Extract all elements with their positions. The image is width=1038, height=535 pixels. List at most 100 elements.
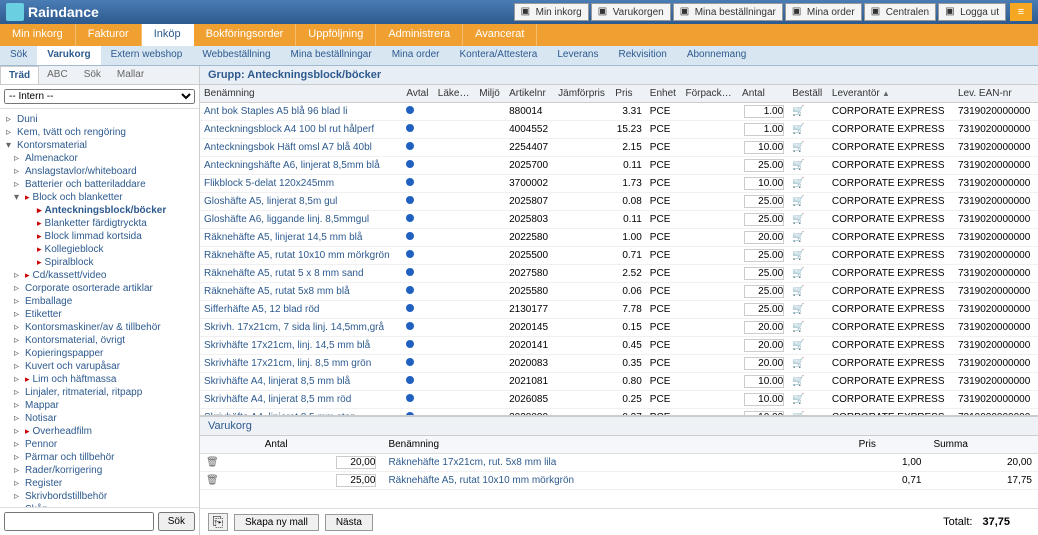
tree-item[interactable]: ▹Anslagstavlor/whiteboard [2,165,197,178]
sub-tab-sk[interactable]: Sök [0,46,37,65]
tree-toggle-icon[interactable]: ▾ [14,192,22,203]
quantity-input[interactable] [744,393,784,406]
tree-toggle-icon[interactable]: ▹ [14,283,22,294]
tree-item[interactable]: ▹Almenackor [2,152,197,165]
add-to-cart-icon[interactable]: 🛒 [792,340,804,351]
tree-toggle-icon[interactable]: ▹ [14,387,22,398]
product-name[interactable]: Anteckningsblock A4 100 bl rut hålperf [200,121,402,139]
quantity-input[interactable] [744,177,784,190]
tree-toggle-icon[interactable]: ▹ [14,426,22,437]
add-to-cart-icon[interactable]: 🛒 [792,178,804,189]
tree-item[interactable]: ▹Batterier och batteriladdare [2,178,197,191]
quantity-input[interactable] [744,195,784,208]
tree-toggle-icon[interactable]: ▹ [6,114,14,125]
header-menu-button[interactable]: ≡ [1010,3,1032,21]
tree-item[interactable]: ▸Spiralblock [2,256,197,269]
tree-item[interactable]: ▸Block limmad kortsida [2,230,197,243]
order-button[interactable]: ▣Mina order [785,3,862,21]
tree-item[interactable]: ▹▸Cd/kassett/video [2,269,197,282]
tree-item[interactable]: ▹Emballage [2,295,197,308]
add-to-cart-icon[interactable]: 🛒 [792,376,804,387]
tree-toggle-icon[interactable]: ▹ [14,296,22,307]
tree-item[interactable]: ▹Pennor [2,438,197,451]
cart-item-name[interactable]: Räknehäfte A5, rutat 10x10 mm mörkgrön [382,472,852,490]
quantity-input[interactable] [744,375,784,388]
sub-tab-abonnemang[interactable]: Abonnemang [677,46,757,65]
column-header[interactable]: Pris [611,85,646,103]
product-grid-wrap[interactable]: BenämningAvtalLäke…MiljöArtikelnrJämförp… [200,85,1038,415]
tree-item[interactable]: ▸Kollegieblock [2,243,197,256]
column-header[interactable]: Jämförpris [554,85,611,103]
logout-button[interactable]: ▣Logga ut [938,3,1006,21]
next-button[interactable]: Nästa [325,514,373,531]
tree-item[interactable]: ▹Rader/korrigering [2,464,197,477]
quantity-input[interactable] [744,141,784,154]
tree-item[interactable]: ▹Linjaler, ritmaterial, ritpapp [2,386,197,399]
create-template-button[interactable]: Skapa ny mall [234,514,319,531]
cart-quantity-input[interactable] [336,456,376,469]
tree-item[interactable]: ▹Kopieringspapper [2,347,197,360]
tree-item[interactable]: ▹▸Overheadfilm [2,425,197,438]
tree-toggle-icon[interactable]: ▹ [14,322,22,333]
sidebar-tab-träd[interactable]: Träd [0,66,39,84]
product-name[interactable]: Skrivhäfte A4, linjerat 8,5 mm röd [200,391,402,409]
add-to-cart-icon[interactable]: 🛒 [792,322,804,333]
column-header[interactable]: Läke… [434,85,475,103]
product-name[interactable]: Skrivh. 17x21cm, 7 sida linj. 14,5mm,grå [200,319,402,337]
tree-toggle-icon[interactable]: ▹ [14,491,22,502]
tree-item[interactable]: ▸Blanketter färdigtryckta [2,217,197,230]
sub-tab-minabestllningar[interactable]: Mina beställningar [281,46,382,65]
product-name[interactable]: Ant bok Staples A5 blå 96 blad li [200,103,402,121]
tree-item[interactable]: ▹Duni [2,113,197,126]
quantity-input[interactable] [744,123,784,136]
delete-icon[interactable]: 🗑 [206,475,219,486]
quantity-input[interactable] [744,249,784,262]
tree-item[interactable]: ▹▸Lim och häftmassa [2,373,197,386]
add-to-cart-icon[interactable]: 🛒 [792,214,804,225]
main-tab-administrera[interactable]: Administrera [376,24,463,46]
add-to-cart-icon[interactable]: 🛒 [792,286,804,297]
tree-toggle-icon[interactable]: ▹ [6,127,14,138]
tree-toggle-icon[interactable]: ▹ [14,153,22,164]
central-button[interactable]: ▣Centralen [864,3,936,21]
add-to-cart-icon[interactable]: 🛒 [792,106,804,117]
cart-export-button[interactable]: ⎘ [208,513,228,531]
add-to-cart-icon[interactable]: 🛒 [792,160,804,171]
quantity-input[interactable] [744,159,784,172]
add-to-cart-icon[interactable]: 🛒 [792,124,804,135]
tree-toggle-icon[interactable]: ▹ [14,309,22,320]
tree-toggle-icon[interactable]: ▾ [6,140,14,151]
product-name[interactable]: Anteckningshäfte A6, linjerat 8,5mm blå [200,157,402,175]
main-tab-uppfljning[interactable]: Uppföljning [296,24,376,46]
tree-item[interactable]: ▹Kontorsmaskiner/av & tillbehör [2,321,197,334]
product-name[interactable]: Flikblock 5-delat 120x245mm [200,175,402,193]
quantity-input[interactable] [744,339,784,352]
add-to-cart-icon[interactable]: 🛒 [792,142,804,153]
tree-item[interactable]: ▹Kem, tvätt och rengöring [2,126,197,139]
product-name[interactable]: Skrivhäfte 17x21cm, linj. 14,5 mm blå [200,337,402,355]
column-header[interactable]: Lev. EAN-nr [954,85,1038,103]
tree-toggle-icon[interactable]: ▹ [14,166,22,177]
column-header[interactable]: Benämning [200,85,402,103]
sub-tab-rekvisition[interactable]: Rekvisition [608,46,676,65]
product-name[interactable]: Gloshäfte A5, linjerat 8,5m gul [200,193,402,211]
quantity-input[interactable] [744,213,784,226]
quantity-input[interactable] [744,321,784,334]
sub-tab-minaorder[interactable]: Mina order [382,46,450,65]
tree-item[interactable]: ▹Notisar [2,412,197,425]
product-name[interactable]: Anteckningsbok Häft omsl A7 blå 40bl [200,139,402,157]
column-header[interactable]: Antal [738,85,788,103]
add-to-cart-icon[interactable]: 🛒 [792,232,804,243]
tree-toggle-icon[interactable]: ▹ [14,335,22,346]
main-tab-avancerat[interactable]: Avancerat [463,24,537,46]
quantity-input[interactable] [744,285,784,298]
tree-toggle-icon[interactable]: ▹ [14,439,22,450]
column-header[interactable]: Avtal [402,85,433,103]
tree-item[interactable]: ▹Corporate osorterade artiklar [2,282,197,295]
tree-toggle-icon[interactable]: ▹ [14,452,22,463]
sidebar-tab-abc[interactable]: ABC [39,66,76,84]
column-header[interactable]: Miljö [475,85,505,103]
tree-item[interactable]: ▹Kontorsmaterial, övrigt [2,334,197,347]
add-to-cart-icon[interactable]: 🛒 [792,358,804,369]
product-name[interactable]: Räknehäfte A5, rutat 10x10 mm mörkgrön [200,247,402,265]
